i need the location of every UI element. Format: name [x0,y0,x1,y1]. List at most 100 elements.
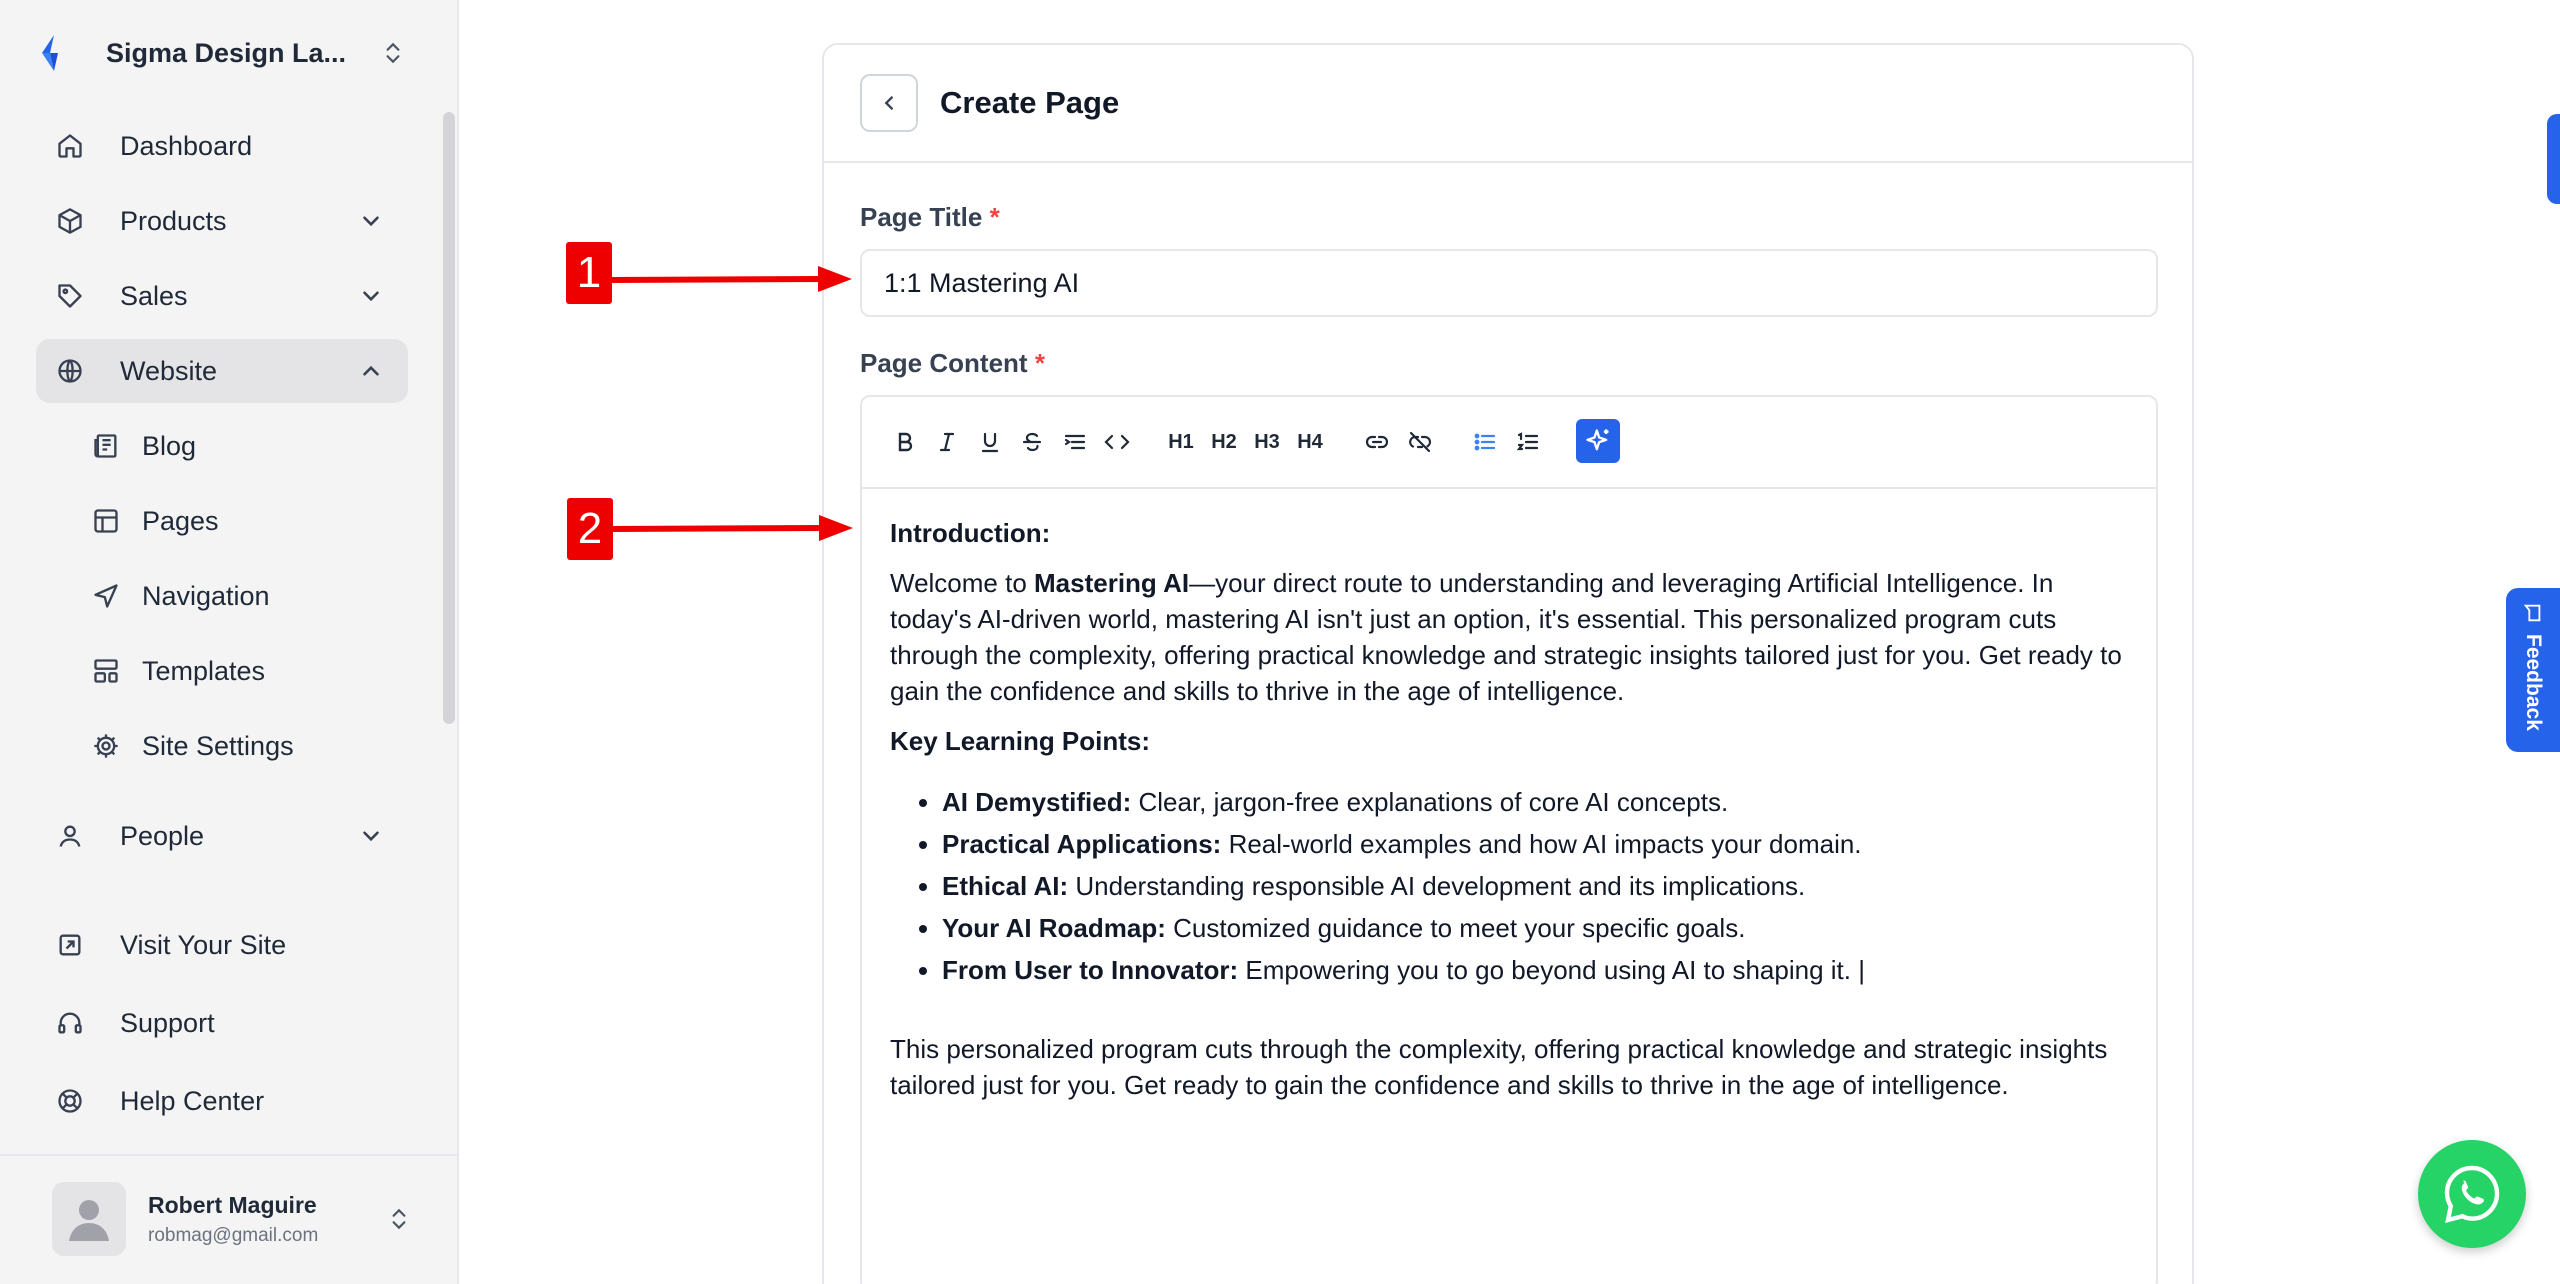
sidebar-item-label: Help Center [120,1085,265,1116]
profile-name: Robert Maguire [148,1191,317,1218]
ai-assist-button[interactable] [1576,419,1620,463]
point-text: Empowering you to go beyond using AI to … [1238,955,1865,985]
required-mark: * [1034,348,1045,378]
sidebar-subitem-templates[interactable]: Templates [92,639,412,703]
card-header: Create Page [824,45,2192,163]
chevron-updown-icon[interactable] [380,38,406,68]
heading-4-button[interactable]: H4 [1293,425,1327,459]
sidebar-item-products[interactable]: Products [36,189,408,253]
link-icon [1365,435,1389,449]
back-button[interactable] [860,74,918,132]
sidebar-subitem-pages[interactable]: Pages [92,489,412,553]
sidebar: Sigma Design La... Dashboard Products Sa… [0,0,459,1284]
sidebar-subitem-label: Pages [142,505,219,536]
sidebar-item-label: People [120,820,205,851]
home-icon [58,134,82,158]
profile-info: Robert Maguire robmag@gmail.com [148,1192,386,1247]
italic-button[interactable] [930,425,964,459]
whatsapp-icon [2444,1165,2500,1224]
annotation-marker-2: 2 [567,498,613,560]
whatsapp-chat-button[interactable] [2418,1140,2526,1248]
code-icon [1104,434,1130,450]
sidebar-item-website[interactable]: Website [36,339,408,403]
sidebar-scrollbar[interactable] [443,112,455,724]
page-title-label: Page Title * [860,202,1000,233]
sidebar-subitem-label: Navigation [142,580,270,611]
external-link-icon [59,934,81,956]
layout-icon [94,509,118,533]
code-button[interactable] [1100,425,1134,459]
bold-button[interactable] [888,425,922,459]
annotation-marker-1: 1 [566,242,612,304]
side-panel-tab[interactable] [2547,114,2560,204]
user-icon [59,825,81,847]
page-title: Create Page [940,85,1120,120]
label-text: Page Content [860,348,1028,378]
user-profile[interactable]: Robert Maguire robmag@gmail.com [52,1182,412,1256]
chevron-left-icon [884,96,893,110]
point-text: Understanding responsible AI development… [1068,871,1806,901]
bullet-list-button[interactable] [1468,425,1502,459]
sparkle-icon [1586,429,1609,451]
annotation-arrow-2 [613,515,853,541]
sidebar-item-sales[interactable]: Sales [36,264,408,328]
unlink-button[interactable] [1403,425,1437,459]
chat-bubble-icon [2523,604,2541,622]
closing-paragraph: This personalized program cuts through t… [890,1034,2108,1100]
feedback-label: Feedback [2522,634,2545,731]
strikethrough-button[interactable] [1015,425,1049,459]
rich-text-editor[interactable]: H1 H2 H3 H4 Introduction: Welcome to Mas… [860,395,2158,1284]
page-content-label: Page Content * [860,348,1045,379]
sidebar-item-help-center[interactable]: Help Center [36,1068,408,1134]
create-page-card: Create Page Page Title * Page Content * [822,43,2194,1284]
heading-1-label: H1 [1168,430,1194,453]
sidebar-subitem-blog[interactable]: Blog [92,414,412,478]
page-title-input[interactable] [860,249,2158,317]
ordered-list-button[interactable] [1511,425,1545,459]
avatar [52,1182,126,1256]
point-text: Customized guidance to meet your specifi… [1165,913,1746,943]
editor-content[interactable]: Introduction: Welcome to Mastering AI—yo… [890,515,2130,1117]
box-icon [58,208,82,234]
list-item: Your AI Roadmap: Customized guidance to … [942,907,2130,949]
send-icon [94,584,118,608]
sidebar-item-people[interactable]: People [36,804,408,868]
required-mark: * [989,202,1000,232]
label-text: Page Title [860,202,983,232]
underline-button[interactable] [973,425,1007,459]
chevron-up-icon [363,365,379,376]
lifebuoy-icon [58,1089,82,1113]
underline-icon [981,432,999,453]
heading-1-button[interactable]: H1 [1164,425,1198,459]
gear-icon [94,734,118,758]
point-title: AI Demystified: [942,787,1132,817]
link-button[interactable] [1360,425,1394,459]
profile-email: robmag@gmail.com [148,1224,319,1246]
sidebar-item-visit-site[interactable]: Visit Your Site [36,912,408,978]
list-item: Practical Applications: Real-world examp… [942,823,2130,865]
feedback-tab[interactable]: Feedback [2506,588,2560,752]
sidebar-subitem-navigation[interactable]: Navigation [92,564,412,628]
workspace-switcher[interactable]: Sigma Design La... [36,22,406,84]
point-title: From User to Innovator: [942,955,1239,985]
bold-icon [898,432,913,452]
chevron-updown-icon[interactable] [386,1204,412,1234]
sidebar-item-label: Visit Your Site [120,929,287,960]
workspace-name: Sigma Design La... [106,37,347,68]
indent-button[interactable] [1058,425,1092,459]
sidebar-item-label: Support [120,1007,215,1038]
heading-2-button[interactable]: H2 [1207,425,1241,459]
sidebar-item-support[interactable]: Support [36,990,408,1056]
sidebar-subitem-label: Templates [142,655,266,686]
point-title: Your AI Roadmap: [942,913,1166,943]
sidebar-subitem-site-settings[interactable]: Site Settings [92,714,412,778]
heading-3-button[interactable]: H3 [1250,425,1284,459]
list-item: AI Demystified: Clear, jargon-free expla… [942,781,2130,823]
sidebar-item-dashboard[interactable]: Dashboard [36,114,408,178]
headset-icon [58,1012,82,1034]
template-icon [94,659,118,683]
chevron-down-icon [363,831,379,842]
indent-icon [1064,434,1086,450]
sidebar-item-label: Products [120,205,227,236]
divider [0,1154,459,1156]
